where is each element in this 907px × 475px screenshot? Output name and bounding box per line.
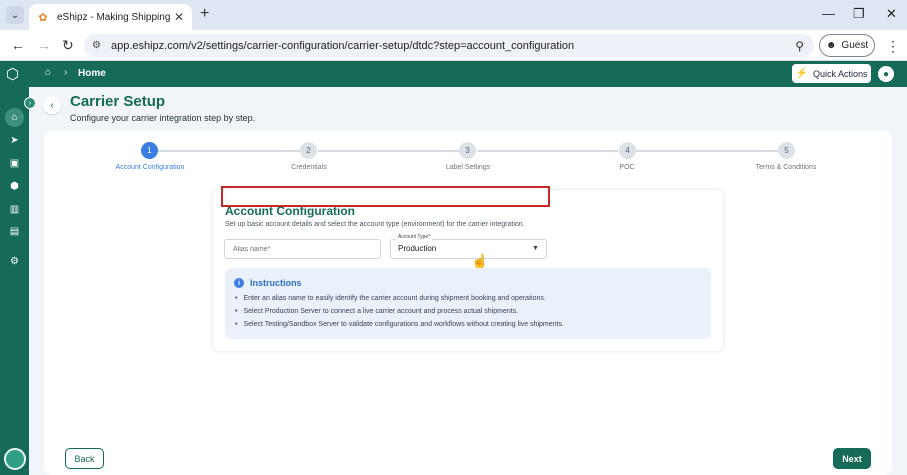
url-text[interactable]: app.eshipz.com/v2/settings/carrier-confi… bbox=[111, 40, 574, 52]
account-type-label: Account Type* bbox=[396, 234, 433, 240]
minimize-icon[interactable]: — bbox=[822, 6, 835, 21]
instruction-item: • Enter an alias name to easily identify … bbox=[235, 295, 546, 302]
step-2-circle[interactable]: 2 bbox=[300, 142, 317, 159]
address-bar: ← → ↻ ⚙ app.eshipz.com/v2/settings/carri… bbox=[0, 30, 907, 61]
browser-tab[interactable]: ✿ eShipz - Making Shipping Easy ✕ bbox=[29, 4, 192, 30]
rocket-icon[interactable]: ➤ bbox=[7, 133, 22, 148]
document-icon[interactable]: ▤ bbox=[7, 224, 22, 239]
breadcrumb-separator-icon: › bbox=[64, 67, 68, 78]
tab-list-icon[interactable]: ⌄ bbox=[6, 6, 24, 24]
instructions-title: Instructions bbox=[250, 278, 302, 288]
forward-arrow-icon[interactable]: → bbox=[37, 37, 51, 53]
step-2-label: Credentials bbox=[291, 164, 327, 171]
step-connector bbox=[477, 150, 618, 152]
profile-icon: ☻ bbox=[825, 40, 837, 51]
step-3-label: Label Settings bbox=[445, 164, 491, 171]
settings-icon[interactable]: ⚙ bbox=[7, 254, 22, 269]
reports-icon[interactable]: ▥ bbox=[7, 202, 22, 217]
alias-name-input[interactable] bbox=[224, 239, 381, 259]
reload-icon[interactable]: ↻ bbox=[62, 37, 74, 54]
shipments-icon[interactable]: ▣ bbox=[7, 156, 22, 171]
account-type-value[interactable]: Production bbox=[398, 244, 436, 253]
url-omnibox[interactable]: ⚙ app.eshipz.com/v2/settings/carrier-con… bbox=[84, 34, 814, 57]
close-window-icon[interactable]: ✕ bbox=[886, 6, 897, 22]
step-connector bbox=[636, 150, 778, 152]
eshipz-favicon-icon: ✿ bbox=[38, 11, 48, 24]
dropdown-caret-icon[interactable]: ▼ bbox=[532, 245, 539, 252]
restore-icon[interactable]: ❐ bbox=[853, 6, 865, 22]
site-info-icon[interactable]: ⚙ bbox=[92, 40, 101, 51]
back-arrow-icon[interactable]: ← bbox=[11, 37, 25, 53]
user-avatar-icon[interactable]: ● bbox=[878, 66, 894, 82]
step-5-label: Terms & Conditions bbox=[755, 164, 817, 171]
new-tab-icon[interactable]: + bbox=[200, 5, 209, 23]
lightning-icon: ⚡ bbox=[795, 68, 808, 79]
guest-profile-button[interactable]: ☻ Guest bbox=[819, 34, 875, 57]
chat-support-icon[interactable] bbox=[4, 448, 26, 470]
next-button[interactable]: Next bbox=[833, 448, 871, 469]
page-back-icon[interactable]: ‹ bbox=[43, 96, 61, 114]
step-1-circle[interactable]: 1 bbox=[141, 142, 158, 159]
back-button[interactable]: Back bbox=[65, 448, 104, 469]
step-3-circle[interactable]: 3 bbox=[459, 142, 476, 159]
zoom-icon[interactable]: ⚲ bbox=[795, 39, 804, 53]
home-breadcrumb-icon[interactable]: ⌂ bbox=[45, 67, 51, 78]
browser-menu-icon[interactable]: ⋮ bbox=[886, 38, 900, 55]
instruction-item: • Select Production Server to connect a l… bbox=[235, 308, 519, 315]
close-tab-icon[interactable]: ✕ bbox=[174, 10, 184, 24]
step-connector bbox=[158, 150, 300, 152]
browser-tab-bar: ⌄ ✿ eShipz - Making Shipping Easy ✕ + — … bbox=[0, 0, 907, 30]
sidebar: ⌂ ➤ ▣ ⬢ ▥ ▤ ⚙ bbox=[0, 87, 29, 475]
quick-actions-label: Quick Actions bbox=[812, 68, 868, 79]
sidebar-expand-icon[interactable]: › bbox=[24, 97, 36, 109]
step-4-label: POC bbox=[619, 164, 635, 171]
tab-title: eShipz - Making Shipping Easy bbox=[57, 11, 174, 23]
info-icon: i bbox=[234, 278, 244, 288]
step-5-circle[interactable]: 5 bbox=[778, 142, 795, 159]
quick-actions-button[interactable]: ⚡ Quick Actions bbox=[792, 64, 871, 83]
page-subtitle: Configure your carrier integration step … bbox=[70, 113, 256, 123]
step-connector bbox=[318, 150, 459, 152]
guest-label: Guest bbox=[841, 40, 869, 51]
eshipz-logo-icon[interactable]: ⬡ bbox=[6, 65, 26, 85]
page-title: Carrier Setup bbox=[70, 93, 166, 110]
step-4-circle[interactable]: 4 bbox=[619, 142, 636, 159]
app-header: ⬡ ⌂ › Home ⚡ Quick Actions ● bbox=[0, 61, 907, 87]
instruction-item: • Select Testing/Sandbox Server to valida… bbox=[235, 321, 564, 328]
breadcrumb-home[interactable]: Home bbox=[78, 68, 106, 79]
box-icon[interactable]: ⬢ bbox=[7, 179, 22, 194]
highlight-annotation-box bbox=[221, 186, 550, 207]
step-1-label: Account Configuration bbox=[115, 164, 185, 171]
section-description: Set up basic account details and select … bbox=[225, 221, 525, 228]
home-icon[interactable]: ⌂ bbox=[5, 108, 24, 127]
